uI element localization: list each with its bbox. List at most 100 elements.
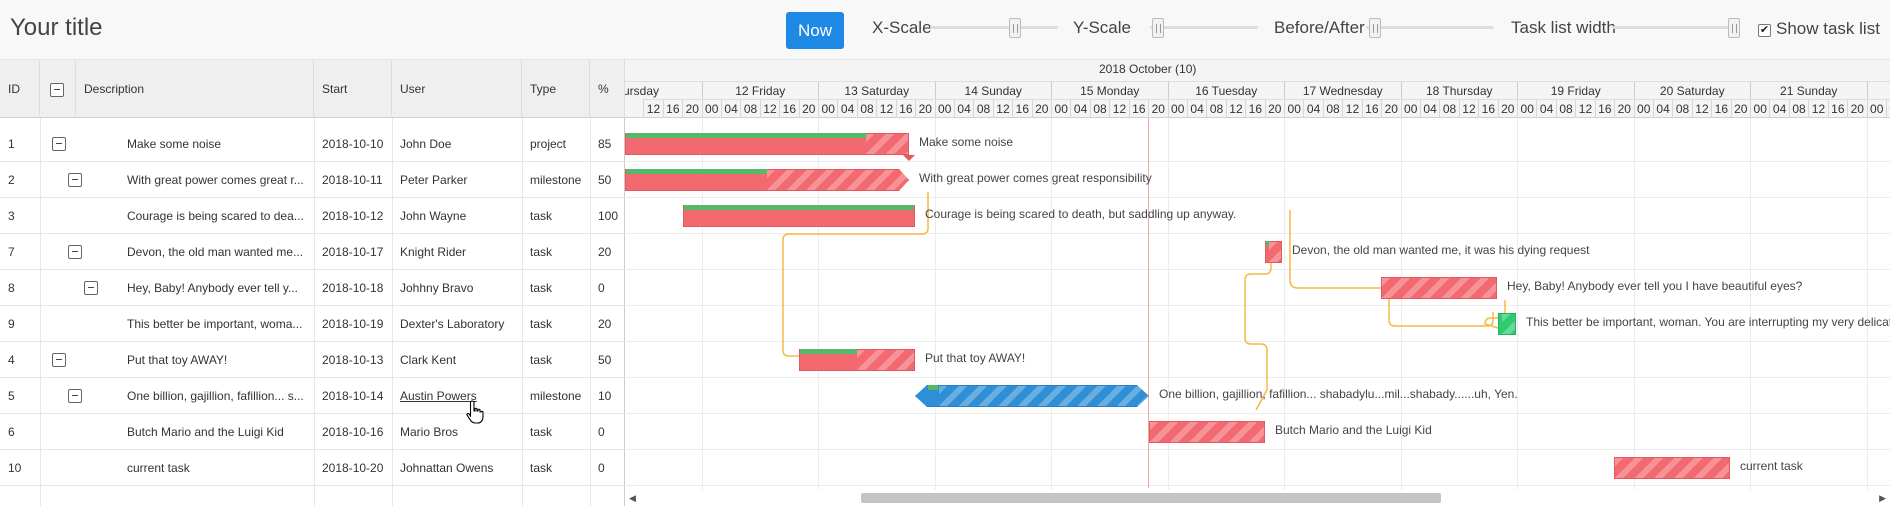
task-start: 2018-10-19 <box>322 317 384 331</box>
collapse-all-icon[interactable] <box>50 82 64 97</box>
task-user[interactable]: Austin Powers <box>392 378 522 414</box>
task-bar[interactable] <box>1265 241 1282 263</box>
task-description[interactable]: This better be important, woma... <box>118 306 314 342</box>
task-user[interactable]: Dexter's Laboratory <box>392 306 522 342</box>
gantt-chart: 2018 October (10) ursday 12 Friday 13 Satu… <box>625 60 1890 506</box>
task-description[interactable]: Put that toy AWAY! <box>118 342 314 378</box>
checkbox-icon[interactable]: ✔ <box>1758 24 1771 37</box>
task-bar-label: Hey, Baby! Anybody ever tell you I have … <box>1507 279 1803 293</box>
task-percent: 85 <box>598 137 612 151</box>
task-percent: 0 <box>598 281 605 295</box>
col-header-percent[interactable]: % <box>590 60 625 118</box>
task-bar[interactable] <box>915 385 1149 407</box>
task-description[interactable]: Make some noise <box>118 126 314 162</box>
task-bar[interactable] <box>799 349 915 371</box>
task-start: 2018-10-14 <box>322 389 384 403</box>
task-description[interactable]: Devon, the old man wanted me... <box>118 234 314 270</box>
task-row[interactable]: 10 current task 2018-10-20 Johnattan Owens t… <box>0 450 625 486</box>
collapse-icon[interactable] <box>84 281 98 295</box>
task-user[interactable]: Knight Rider <box>392 234 522 270</box>
task-id: 10 <box>8 461 22 475</box>
task-bar-label: Butch Mario and the Luigi Kid <box>1275 423 1432 437</box>
task-percent: 100 <box>598 209 619 223</box>
collapse-icon[interactable] <box>68 173 82 187</box>
scroll-thumb[interactable] <box>861 493 1441 503</box>
app-title: Your title <box>10 14 103 41</box>
collapse-icon[interactable] <box>52 353 66 367</box>
task-bar[interactable] <box>625 133 909 155</box>
task-user[interactable]: Johnattan Owens <box>392 450 522 486</box>
task-list-width-slider[interactable] <box>1612 18 1740 38</box>
task-bar[interactable] <box>1149 421 1265 443</box>
task-percent: 50 <box>598 173 612 187</box>
task-start: 2018-10-11 <box>322 173 383 187</box>
xscale-slider-thumb[interactable] <box>1009 18 1021 38</box>
task-start: 2018-10-10 <box>322 137 384 151</box>
task-bar[interactable] <box>1614 457 1730 479</box>
task-percent: 0 <box>598 425 605 439</box>
collapse-icon[interactable] <box>68 389 82 403</box>
task-bar-label: Devon, the old man wanted me, it was his… <box>1292 243 1590 257</box>
xscale-slider[interactable] <box>930 18 1058 38</box>
task-row[interactable]: 5 One billion, gajillion, fafillion... s.… <box>0 378 625 414</box>
col-header-user[interactable]: User <box>392 60 522 118</box>
task-user[interactable]: John Doe <box>392 126 522 162</box>
task-user[interactable]: John Wayne <box>392 198 522 234</box>
horizontal-scrollbar[interactable]: ◀ ▶ <box>625 490 1890 506</box>
task-bar[interactable] <box>1381 277 1497 299</box>
task-bar[interactable] <box>683 205 915 227</box>
xscale-label: X-Scale <box>872 18 932 37</box>
task-row[interactable]: 6 Butch Mario and the Luigi Kid 2018-10-16… <box>0 414 625 450</box>
col-header-type[interactable]: Type <box>522 60 590 118</box>
before-after-slider[interactable] <box>1366 18 1494 38</box>
task-bar-label: current task <box>1740 459 1803 473</box>
task-percent: 20 <box>598 245 612 259</box>
task-user[interactable]: Mario Bros <box>392 414 522 450</box>
task-type: task <box>530 281 553 295</box>
task-row[interactable]: 4 Put that toy AWAY! 2018-10-13 Clark Kent t… <box>0 342 625 378</box>
col-header-id[interactable]: ID <box>0 60 40 118</box>
yscale-label: Y-Scale <box>1073 18 1131 37</box>
show-task-list-label: Show task list <box>1776 19 1880 38</box>
task-type: milestone <box>530 173 582 187</box>
task-description[interactable]: current task <box>118 450 314 486</box>
yscale-slider-thumb[interactable] <box>1152 18 1164 38</box>
task-type: milestone <box>530 389 582 403</box>
before-after-slider-thumb[interactable] <box>1369 18 1381 38</box>
collapse-icon[interactable] <box>52 137 66 151</box>
task-list-width-label: Task list width <box>1511 18 1616 37</box>
scroll-left-icon[interactable]: ◀ <box>629 493 636 504</box>
task-percent: 50 <box>598 353 612 367</box>
task-description[interactable]: One billion, gajillion, fafillion... s..… <box>118 378 314 414</box>
task-row[interactable]: 9 This better be important, woma... 2018-1… <box>0 306 625 342</box>
task-row[interactable]: 1 Make some noise 2018-10-10 John Doe projec… <box>0 126 625 162</box>
task-list-width-slider-thumb[interactable] <box>1728 18 1740 38</box>
task-id: 4 <box>8 353 15 367</box>
task-user[interactable]: Peter Parker <box>392 162 522 198</box>
task-row[interactable]: 8 Hey, Baby! Anybody ever tell y... 2018-1… <box>0 270 625 306</box>
col-header-description[interactable]: Description <box>76 60 314 118</box>
task-bar[interactable] <box>1498 313 1516 335</box>
task-description[interactable]: Butch Mario and the Luigi Kid <box>118 414 314 450</box>
task-row[interactable]: 2 With great power comes great r... 2018-1… <box>0 162 625 198</box>
task-start: 2018-10-12 <box>322 209 384 223</box>
col-header-start[interactable]: Start <box>314 60 392 118</box>
task-user[interactable]: Clark Kent <box>392 342 522 378</box>
scroll-right-icon[interactable]: ▶ <box>1879 493 1886 504</box>
task-description[interactable]: With great power comes great r... <box>118 162 314 198</box>
hand-cursor-icon <box>466 400 484 424</box>
task-bar[interactable] <box>625 169 909 191</box>
task-row[interactable]: 3 Courage is being scared to dea... 2018-1… <box>0 198 625 234</box>
task-description[interactable]: Hey, Baby! Anybody ever tell y... <box>118 270 314 306</box>
task-bar-label: With great power comes great responsibil… <box>919 171 1152 185</box>
task-type: task <box>530 245 553 259</box>
task-id: 5 <box>8 389 15 403</box>
task-id: 6 <box>8 425 15 439</box>
collapse-icon[interactable] <box>68 245 82 259</box>
show-task-list-toggle[interactable]: ✔ Show task list <box>1758 19 1880 39</box>
task-user[interactable]: Johhny Bravo <box>392 270 522 306</box>
task-description[interactable]: Courage is being scared to dea... <box>118 198 314 234</box>
now-button[interactable]: Now <box>786 12 844 49</box>
task-row[interactable]: 7 Devon, the old man wanted me... 2018-10-… <box>0 234 625 270</box>
yscale-slider[interactable] <box>1150 18 1258 38</box>
